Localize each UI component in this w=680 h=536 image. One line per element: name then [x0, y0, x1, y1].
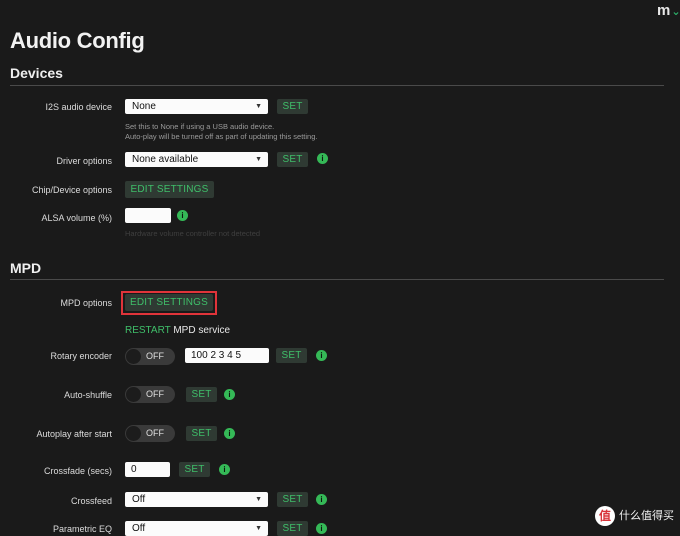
driver-label: Driver options — [56, 156, 112, 166]
i2s-help-text: Set this to None if using a USB audio de… — [125, 122, 317, 142]
i2s-label: I2S audio device — [45, 102, 112, 112]
i2s-select[interactable]: None ▼ — [125, 99, 268, 114]
driver-set-button[interactable]: SET — [277, 152, 308, 167]
watermark: 值什么值得买 — [595, 506, 674, 526]
parametric-eq-select[interactable]: Off ▼ — [125, 521, 268, 536]
crossfade-label: Crossfade (secs) — [43, 466, 112, 476]
restart-mpd-link[interactable]: RESTART — [125, 325, 171, 336]
toggle-text: OFF — [146, 428, 164, 438]
watermark-logo: 值 — [595, 506, 615, 526]
parametric-eq-set-button[interactable]: SET — [277, 521, 308, 536]
i2s-help-line1: Set this to None if using a USB audio de… — [125, 122, 275, 131]
crossfeed-select-value: Off — [132, 494, 146, 505]
info-icon[interactable]: i — [219, 464, 230, 475]
chip-label: Chip/Device options — [31, 185, 112, 195]
driver-select[interactable]: None available ▼ — [125, 152, 268, 167]
toggle-knob — [126, 387, 141, 402]
parametric-eq-label: Parametric EQ — [52, 524, 112, 534]
section-title-mpd: MPD — [10, 260, 42, 276]
info-icon[interactable]: i — [316, 350, 327, 361]
mpd-options-label: MPD options — [60, 298, 112, 308]
rotary-params-input[interactable]: 100 2 3 4 5 — [185, 348, 269, 363]
dropdown-arrow-icon: ▼ — [255, 525, 262, 532]
i2s-select-value: None — [132, 101, 156, 112]
crossfeed-select[interactable]: Off ▼ — [125, 492, 268, 507]
crossfeed-set-button[interactable]: SET — [277, 492, 308, 507]
crossfade-input[interactable]: 0 — [125, 462, 170, 477]
watermark-text: 什么值得买 — [619, 509, 674, 522]
rotary-toggle[interactable]: OFF — [125, 348, 175, 365]
info-icon[interactable]: i — [224, 389, 235, 400]
i2s-help-line2: Auto-play will be turned off as part of … — [125, 132, 318, 141]
section-divider — [10, 279, 664, 280]
crossfeed-label: Crossfeed — [70, 496, 112, 506]
info-icon[interactable]: i — [316, 523, 327, 534]
alsa-label: ALSA volume (%) — [41, 213, 112, 223]
restart-mpd-text: MPD service — [170, 325, 231, 336]
page-title: Audio Config — [10, 28, 145, 53]
section-divider — [10, 85, 664, 86]
dropdown-arrow-icon: ▼ — [255, 156, 262, 163]
chip-edit-settings-button[interactable]: EDIT SETTINGS — [125, 181, 214, 198]
section-title-devices: Devices — [10, 65, 63, 81]
chevron-down-icon: ⌄ — [671, 6, 680, 18]
autoplay-set-button[interactable]: SET — [186, 426, 217, 441]
rotary-label: Rotary encoder — [50, 351, 112, 361]
toggle-knob — [126, 349, 141, 364]
dropdown-arrow-icon: ▼ — [255, 496, 262, 503]
parametric-eq-select-value: Off — [132, 523, 146, 534]
info-icon[interactable]: i — [177, 210, 188, 221]
autoplay-toggle[interactable]: OFF — [125, 425, 175, 442]
toggle-text: OFF — [146, 389, 164, 399]
restart-mpd: RESTART MPD service — [125, 325, 230, 336]
autoplay-label: Autoplay after start — [36, 429, 112, 439]
crossfade-set-button[interactable]: SET — [179, 462, 210, 477]
i2s-set-button[interactable]: SET — [277, 99, 308, 114]
info-icon[interactable]: i — [224, 428, 235, 439]
dropdown-arrow-icon: ▼ — [255, 103, 262, 110]
alsa-help-text: Hardware volume controller not detected — [125, 229, 261, 238]
driver-select-value: None available — [132, 154, 199, 165]
rotary-set-button[interactable]: SET — [276, 348, 307, 363]
info-icon[interactable]: i — [316, 494, 327, 505]
autoshuffle-set-button[interactable]: SET — [186, 387, 217, 402]
alsa-volume-input[interactable] — [125, 208, 171, 223]
logo-text: m — [657, 2, 671, 19]
toggle-text: OFF — [146, 351, 164, 361]
app-logo[interactable]: m⌄ — [657, 2, 680, 19]
mpd-edit-settings-button[interactable]: EDIT SETTINGS — [125, 294, 213, 311]
autoshuffle-toggle[interactable]: OFF — [125, 386, 175, 403]
info-icon[interactable]: i — [317, 153, 328, 164]
toggle-knob — [126, 426, 141, 441]
autoshuffle-label: Auto-shuffle — [64, 390, 112, 400]
